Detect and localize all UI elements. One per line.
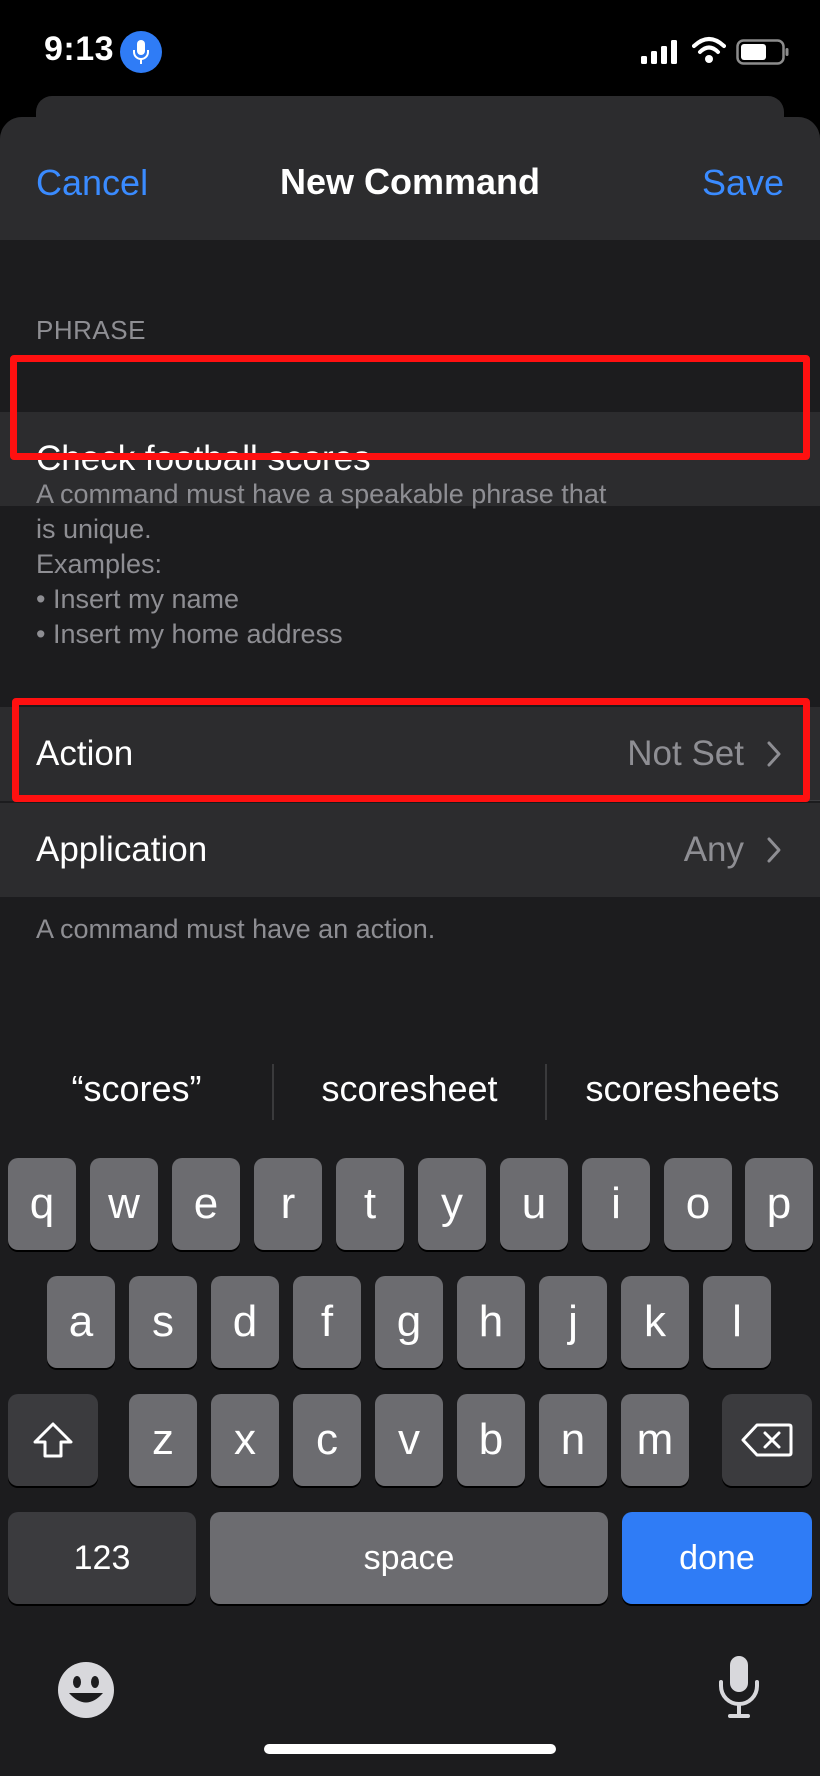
application-label: Application [36,830,208,869]
key-j[interactable]: j [539,1276,607,1368]
delete-key[interactable] [722,1394,812,1486]
key-u[interactable]: u [500,1158,568,1250]
key-w[interactable]: w [90,1158,158,1250]
page-title: New Command [279,161,541,202]
key-s[interactable]: s [129,1276,197,1368]
cellular-signal-icon [641,40,677,64]
key-c[interactable]: c [293,1394,361,1486]
key-h[interactable]: h [457,1276,525,1368]
phrase-footer-line: A command must have a speakable phrase t… [36,479,607,509]
application-value: Any [683,830,744,869]
key-i[interactable]: i [582,1158,650,1250]
phrase-footer-line: • Insert my home address [36,619,343,649]
chevron-right-icon [767,837,781,863]
key-v[interactable]: v [375,1394,443,1486]
key-e[interactable]: e [172,1158,240,1250]
action-row[interactable]: Action Not Set [0,707,820,801]
home-indicator [264,1744,556,1754]
key-z[interactable]: z [129,1394,197,1486]
backspace-icon [741,1423,793,1457]
application-row[interactable]: Application Any [0,803,820,897]
phrase-footer-line: is unique. [36,514,152,544]
status-time: 9:13 [44,30,115,68]
key-x[interactable]: x [211,1394,279,1486]
phrase-footer: A command must have a speakable phrase t… [36,477,606,652]
phrase-footer-line: Examples: [36,549,163,579]
numbers-key[interactable]: 123 [8,1512,196,1604]
key-o[interactable]: o [664,1158,732,1250]
key-p[interactable]: p [745,1158,813,1250]
emoji-icon[interactable] [56,1660,116,1720]
navigation-bar: Cancel New Command Save [0,117,820,240]
chevron-right-icon [767,741,781,767]
action-value: Not Set [627,734,744,773]
key-d[interactable]: d [211,1276,279,1368]
done-key[interactable]: done [622,1512,812,1604]
wifi-icon [692,37,726,63]
action-footer: A command must have an action. [36,914,436,944]
key-m[interactable]: m [621,1394,689,1486]
suggestion-bar: “scores” scoresheet scoresheets [0,1050,820,1130]
key-n[interactable]: n [539,1394,607,1486]
shift-key[interactable] [8,1394,98,1486]
shift-icon [33,1422,73,1458]
suggestion-item[interactable]: “scores” [0,1068,273,1110]
key-t[interactable]: t [336,1158,404,1250]
key-y[interactable]: y [418,1158,486,1250]
suggestion-item[interactable]: scoresheets [546,1068,819,1110]
key-q[interactable]: q [8,1158,76,1250]
status-bar: 9:13 [0,0,820,100]
suggestion-item[interactable]: scoresheet [273,1068,546,1110]
phrase-value: Check football scores [36,439,371,478]
phrase-footer-line: • Insert my name [36,584,240,614]
key-l[interactable]: l [703,1276,771,1368]
key-a[interactable]: a [47,1276,115,1368]
save-button[interactable]: Save [702,162,784,204]
phrase-section-header: PHRASE [36,315,146,345]
battery-icon [736,39,789,65]
action-label: Action [36,734,134,773]
key-b[interactable]: b [457,1394,525,1486]
row-separator [36,800,820,801]
key-k[interactable]: k [621,1276,689,1368]
dictation-microphone-icon[interactable] [716,1654,762,1720]
space-key[interactable]: space [210,1512,608,1604]
microphone-icon [120,31,162,73]
key-r[interactable]: r [254,1158,322,1250]
key-g[interactable]: g [375,1276,443,1368]
key-f[interactable]: f [293,1276,361,1368]
